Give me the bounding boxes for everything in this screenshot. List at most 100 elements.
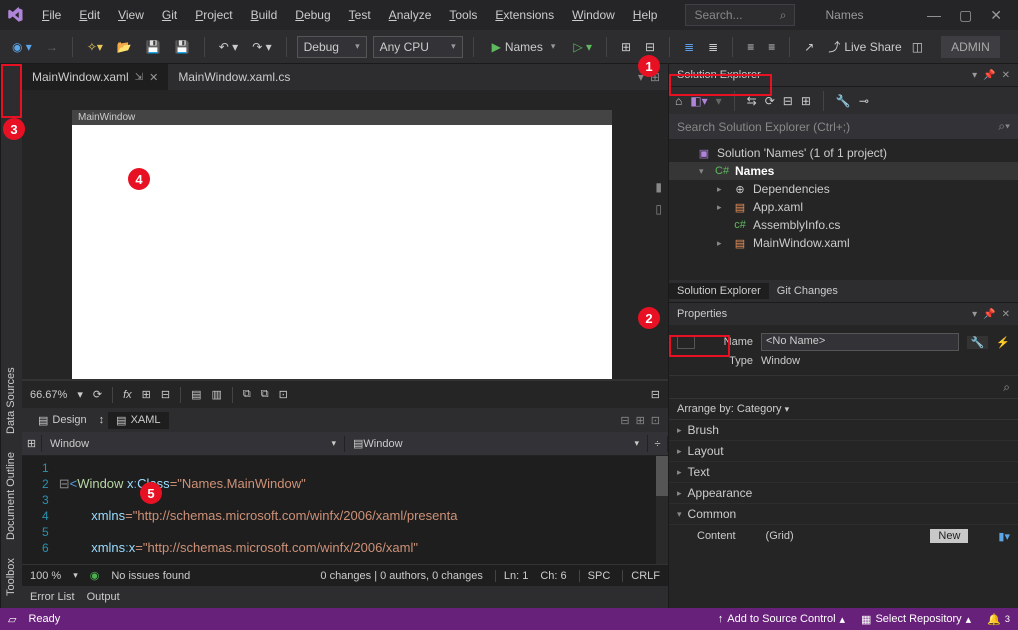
- share-icon[interactable]: ↗: [800, 38, 818, 56]
- close-panel-icon[interactable]: ✕: [1002, 70, 1010, 81]
- context-left[interactable]: Window▾: [42, 436, 345, 452]
- editor-scrollbar[interactable]: [656, 456, 668, 564]
- left-tab-document-outline[interactable]: Document Outline: [3, 448, 20, 544]
- new-button[interactable]: New: [930, 529, 968, 543]
- collapse-icon[interactable]: ⊟: [783, 94, 793, 108]
- xaml-mode-tab[interactable]: ▤XAML: [108, 412, 168, 429]
- issues-status[interactable]: No issues found: [111, 570, 190, 582]
- context-right[interactable]: ▤ Window▾: [345, 435, 648, 452]
- menu-edit[interactable]: Edit: [71, 4, 108, 26]
- zoom-value[interactable]: 66.67%: [30, 389, 67, 401]
- grid-icon[interactable]: ⊞: [142, 388, 151, 401]
- menu-git[interactable]: Git: [154, 4, 185, 26]
- pin-icon[interactable]: 📌: [983, 309, 995, 320]
- doc-tab-mainwindow-cs[interactable]: MainWindow.xaml.cs: [168, 64, 300, 90]
- open-icon[interactable]: 📂: [113, 38, 136, 56]
- prop-search[interactable]: ⌕: [669, 375, 1018, 399]
- close-tab-icon[interactable]: ✕: [149, 71, 158, 84]
- code-body[interactable]: ⊟<Window x:Class="Names.MainWindow" xmln…: [59, 456, 668, 564]
- feedback-icon[interactable]: ◫: [908, 38, 927, 56]
- design-mode-tab[interactable]: ▤Design: [30, 412, 95, 429]
- refresh-icon[interactable]: ⟳: [93, 388, 102, 401]
- bottom-tab-output[interactable]: Output: [87, 591, 120, 603]
- design-canvas[interactable]: MainWindow: [72, 110, 612, 380]
- menu-extensions[interactable]: Extensions: [487, 4, 562, 26]
- menu-debug[interactable]: Debug: [287, 4, 338, 26]
- save-all-icon[interactable]: 💾: [171, 38, 194, 56]
- notifications-icon[interactable]: 🔔3: [987, 613, 1010, 626]
- layout-icon[interactable]: ⊡: [279, 388, 288, 401]
- live-share-button[interactable]: ⤴ Live Share: [828, 38, 901, 55]
- misc2-icon[interactable]: ▥: [211, 388, 221, 401]
- source-control-button[interactable]: ↑ Add to Source Control ▴: [718, 613, 845, 626]
- refresh-icon[interactable]: ⟳: [765, 94, 775, 108]
- code-icon[interactable]: ⧉: [243, 388, 251, 401]
- close-panel-icon[interactable]: ✕: [1002, 309, 1010, 320]
- maximize-icon[interactable]: ▢: [959, 7, 972, 24]
- wrench-icon[interactable]: 🔧: [836, 94, 851, 108]
- menu-tools[interactable]: Tools: [441, 4, 485, 26]
- expand-icon[interactable]: ▯: [655, 202, 662, 216]
- context-icon[interactable]: ⊞: [22, 435, 42, 452]
- tree-item[interactable]: ▸▤MainWindow.xaml: [669, 234, 1018, 252]
- tree-item[interactable]: ▾C#Names: [669, 162, 1018, 180]
- config-dropdown[interactable]: Debug: [297, 36, 367, 58]
- menu-help[interactable]: Help: [625, 4, 666, 26]
- prop-category-brush[interactable]: ▸Brush: [669, 420, 1018, 441]
- ch-status[interactable]: Ch: 6: [540, 570, 566, 582]
- save-icon[interactable]: 💾: [142, 38, 165, 56]
- menu-test[interactable]: Test: [341, 4, 379, 26]
- new-item-icon[interactable]: ✧▾: [83, 38, 107, 56]
- prop-category-appearance[interactable]: ▸Appearance: [669, 483, 1018, 504]
- event-icon[interactable]: ⚡: [996, 336, 1010, 349]
- uncomment-icon[interactable]: ≡: [764, 38, 779, 56]
- search-box[interactable]: Search... ⌕: [685, 4, 795, 26]
- layout2-icon[interactable]: ⊟: [651, 388, 660, 401]
- undo-icon[interactable]: ↶ ▾: [215, 38, 242, 56]
- tree-item[interactable]: c#AssemblyInfo.cs: [669, 216, 1018, 234]
- select-repo-button[interactable]: ▦ Select Repository ▴: [861, 613, 971, 626]
- indent-left-icon[interactable]: ≣: [680, 38, 698, 56]
- se-search[interactable]: Search Solution Explorer (Ctrl+;) ⌕▾: [669, 114, 1018, 140]
- code2-icon[interactable]: ⧉: [261, 388, 269, 401]
- menu-project[interactable]: Project: [187, 4, 240, 26]
- wrench-icon[interactable]: 🔧: [967, 336, 989, 349]
- menu-build[interactable]: Build: [243, 4, 286, 26]
- start-noninstance-icon[interactable]: ▷ ▾: [569, 38, 596, 56]
- prop-category-layout[interactable]: ▸Layout: [669, 441, 1018, 462]
- code-editor[interactable]: 123456 ⊟<Window x:Class="Names.MainWindo…: [22, 456, 668, 564]
- marker-icon[interactable]: ▮▾: [998, 530, 1010, 543]
- spc-status[interactable]: SPC: [579, 570, 611, 582]
- designer-surface[interactable]: MainWindow ▮ ▯: [22, 90, 668, 380]
- switch-view-icon[interactable]: ◧▾: [690, 94, 707, 108]
- menu-view[interactable]: View: [110, 4, 152, 26]
- tree-item[interactable]: ▸▤App.xaml: [669, 198, 1018, 216]
- zoom-status[interactable]: 100 %: [30, 570, 61, 582]
- left-tab-toolbox[interactable]: Toolbox: [3, 554, 20, 600]
- changes-status[interactable]: 0 changes | 0 authors, 0 changes: [320, 570, 482, 582]
- panel-tab-git-changes[interactable]: Git Changes: [769, 283, 846, 299]
- prop-category-text[interactable]: ▸Text: [669, 462, 1018, 483]
- close-icon[interactable]: ✕: [990, 7, 1002, 24]
- tree-item[interactable]: ▣Solution 'Names' (1 of 1 project): [669, 144, 1018, 162]
- swap-icon[interactable]: ↕: [99, 414, 105, 426]
- comment-icon[interactable]: ≡: [743, 38, 758, 56]
- fx-icon[interactable]: fx: [123, 389, 132, 401]
- platform-dropdown[interactable]: Any CPU: [373, 36, 463, 58]
- collapse-icon[interactable]: ⊡: [651, 414, 660, 427]
- arrange-by[interactable]: Arrange by: Category ▾: [669, 399, 1018, 420]
- menu-window[interactable]: Window: [564, 4, 623, 26]
- pin-icon[interactable]: ⇲: [135, 72, 143, 83]
- menu-analyze[interactable]: Analyze: [381, 4, 440, 26]
- indent-right-icon[interactable]: ≣: [704, 38, 722, 56]
- panel-menu-icon[interactable]: ▾: [972, 70, 977, 81]
- misc-icon[interactable]: ▤: [191, 388, 201, 401]
- panel-tab-solution-explorer[interactable]: Solution Explorer: [669, 283, 769, 299]
- tool-misc1-icon[interactable]: ⊞: [617, 38, 635, 56]
- redo-icon[interactable]: ↷ ▾: [248, 38, 275, 56]
- tool-misc2-icon[interactable]: ⊟: [641, 38, 659, 56]
- split-v-icon[interactable]: ⊞: [636, 414, 645, 427]
- pin-icon[interactable]: 📌: [983, 70, 995, 81]
- solution-tree[interactable]: ▣Solution 'Names' (1 of 1 project)▾C#Nam…: [669, 140, 1018, 280]
- name-input[interactable]: <No Name>: [761, 333, 959, 351]
